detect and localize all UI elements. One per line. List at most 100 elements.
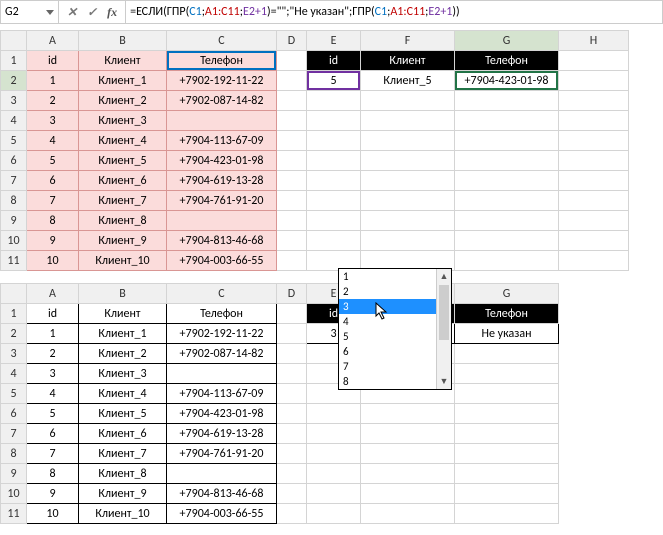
cell[interactable]: Клиент_7 [79,191,167,211]
cell[interactable]: 5 [27,151,79,171]
cell[interactable] [361,424,455,444]
dropdown-item[interactable]: 6 [339,344,451,359]
cell[interactable] [455,251,559,271]
cell[interactable] [277,111,307,131]
cell[interactable]: Клиент [79,304,167,324]
cell[interactable] [455,111,559,131]
cell[interactable] [307,464,361,484]
cancel-icon[interactable]: ✕ [67,5,77,20]
cell[interactable]: Клиент_5 [79,151,167,171]
row-header[interactable]: 5 [1,131,27,151]
cell[interactable]: Телефон [455,51,559,71]
cell[interactable] [277,231,307,251]
cell[interactable]: 6 [27,424,79,444]
scroll-up-icon[interactable]: ▲ [437,269,451,284]
validation-dropdown[interactable]: 1 2 3 4 5 6 7 8 ▲ ▼ [338,268,452,390]
row-header[interactable]: 10 [1,484,27,504]
row-header[interactable]: 8 [1,191,27,211]
cell[interactable]: Телефон [167,51,277,71]
cell[interactable]: Клиент_10 [79,251,167,271]
cell[interactable] [277,384,307,404]
cell[interactable]: +7904-813-46-68 [167,231,277,251]
cell[interactable] [455,444,559,464]
cell[interactable]: 3 [27,111,79,131]
scroll-down-icon[interactable]: ▼ [437,374,451,389]
cell[interactable] [167,364,277,384]
cell[interactable]: Клиент_2 [79,344,167,364]
cell[interactable] [559,131,629,151]
cell[interactable]: +7904-813-46-68 [167,484,277,504]
dropdown-item[interactable]: 2 [339,284,451,299]
row-header[interactable]: 11 [1,251,27,271]
cell[interactable]: Клиент_4 [79,384,167,404]
cell[interactable]: 8 [27,464,79,484]
cell[interactable]: 9 [27,231,79,251]
cell[interactable] [277,304,307,324]
cell[interactable] [307,484,361,504]
row-header[interactable]: 9 [1,464,27,484]
col-header[interactable]: A [27,31,79,51]
cell[interactable]: id [27,51,79,71]
cell[interactable] [559,231,629,251]
dropdown-item[interactable]: 5 [339,329,451,344]
cell[interactable]: Клиент_9 [79,231,167,251]
dropdown-item[interactable]: 1 [339,269,451,284]
cell[interactable]: 9 [27,484,79,504]
cell[interactable] [277,484,307,504]
cell[interactable] [277,344,307,364]
col-header[interactable]: F [361,31,455,51]
cell[interactable] [277,464,307,484]
cell[interactable] [277,444,307,464]
cell[interactable] [559,51,629,71]
col-header[interactable]: H [559,31,629,51]
row-header[interactable]: 11 [1,504,27,524]
select-all-corner[interactable] [1,284,27,304]
dropdown-item[interactable]: 4 [339,314,451,329]
cell[interactable] [307,404,361,424]
cell[interactable] [559,71,629,91]
row-header[interactable]: 2 [1,71,27,91]
formula-input[interactable]: =ЕСЛИ(ГПР(C1;A1:C11;E2+1)="";"Не указан"… [126,5,464,19]
col-header[interactable]: G [455,31,559,51]
row-header[interactable]: 1 [1,51,27,71]
cell[interactable]: 1 [27,71,79,91]
cell[interactable]: +7904-761-91-20 [167,444,277,464]
row-header[interactable]: 3 [1,91,27,111]
col-header[interactable]: A [27,284,79,304]
row-header[interactable]: 3 [1,344,27,364]
cell[interactable]: Клиент_2 [79,91,167,111]
cell[interactable] [455,464,559,484]
cell[interactable]: +7904-619-13-28 [167,171,277,191]
cell[interactable] [455,91,559,111]
cell[interactable]: 3 [27,364,79,384]
cell[interactable]: 8 [27,211,79,231]
row-header[interactable]: 10 [1,231,27,251]
cell[interactable] [361,231,455,251]
col-header[interactable]: D [277,284,307,304]
cell[interactable] [361,464,455,484]
cell[interactable] [455,504,559,524]
cell[interactable] [277,211,307,231]
cell[interactable]: Клиент_8 [79,464,167,484]
cell[interactable] [277,504,307,524]
col-header[interactable]: E [307,31,361,51]
cell[interactable]: Клиент_1 [79,324,167,344]
cell[interactable] [559,191,629,211]
accept-icon[interactable]: ✓ [87,5,97,20]
cell[interactable] [455,171,559,191]
row-header[interactable]: 4 [1,111,27,131]
cell[interactable] [361,171,455,191]
dropdown-scrollbar[interactable]: ▲ ▼ [436,269,451,389]
row-header[interactable]: 6 [1,404,27,424]
cell[interactable] [455,131,559,151]
cell[interactable]: Клиент_5 [79,404,167,424]
cell[interactable]: +7904-423-01-98 [167,404,277,424]
cell[interactable] [277,424,307,444]
cell[interactable]: Клиент_1 [79,71,167,91]
dropdown-item[interactable]: 7 [339,359,451,374]
cell[interactable]: +7904-003-66-55 [167,504,277,524]
cell[interactable]: +7904-761-91-20 [167,191,277,211]
row-header[interactable]: 2 [1,324,27,344]
spreadsheet-bottom[interactable]: A B C D E F G 1 id Клиент Телефон id Кли… [0,283,559,524]
cell[interactable]: +7904-619-13-28 [167,424,277,444]
